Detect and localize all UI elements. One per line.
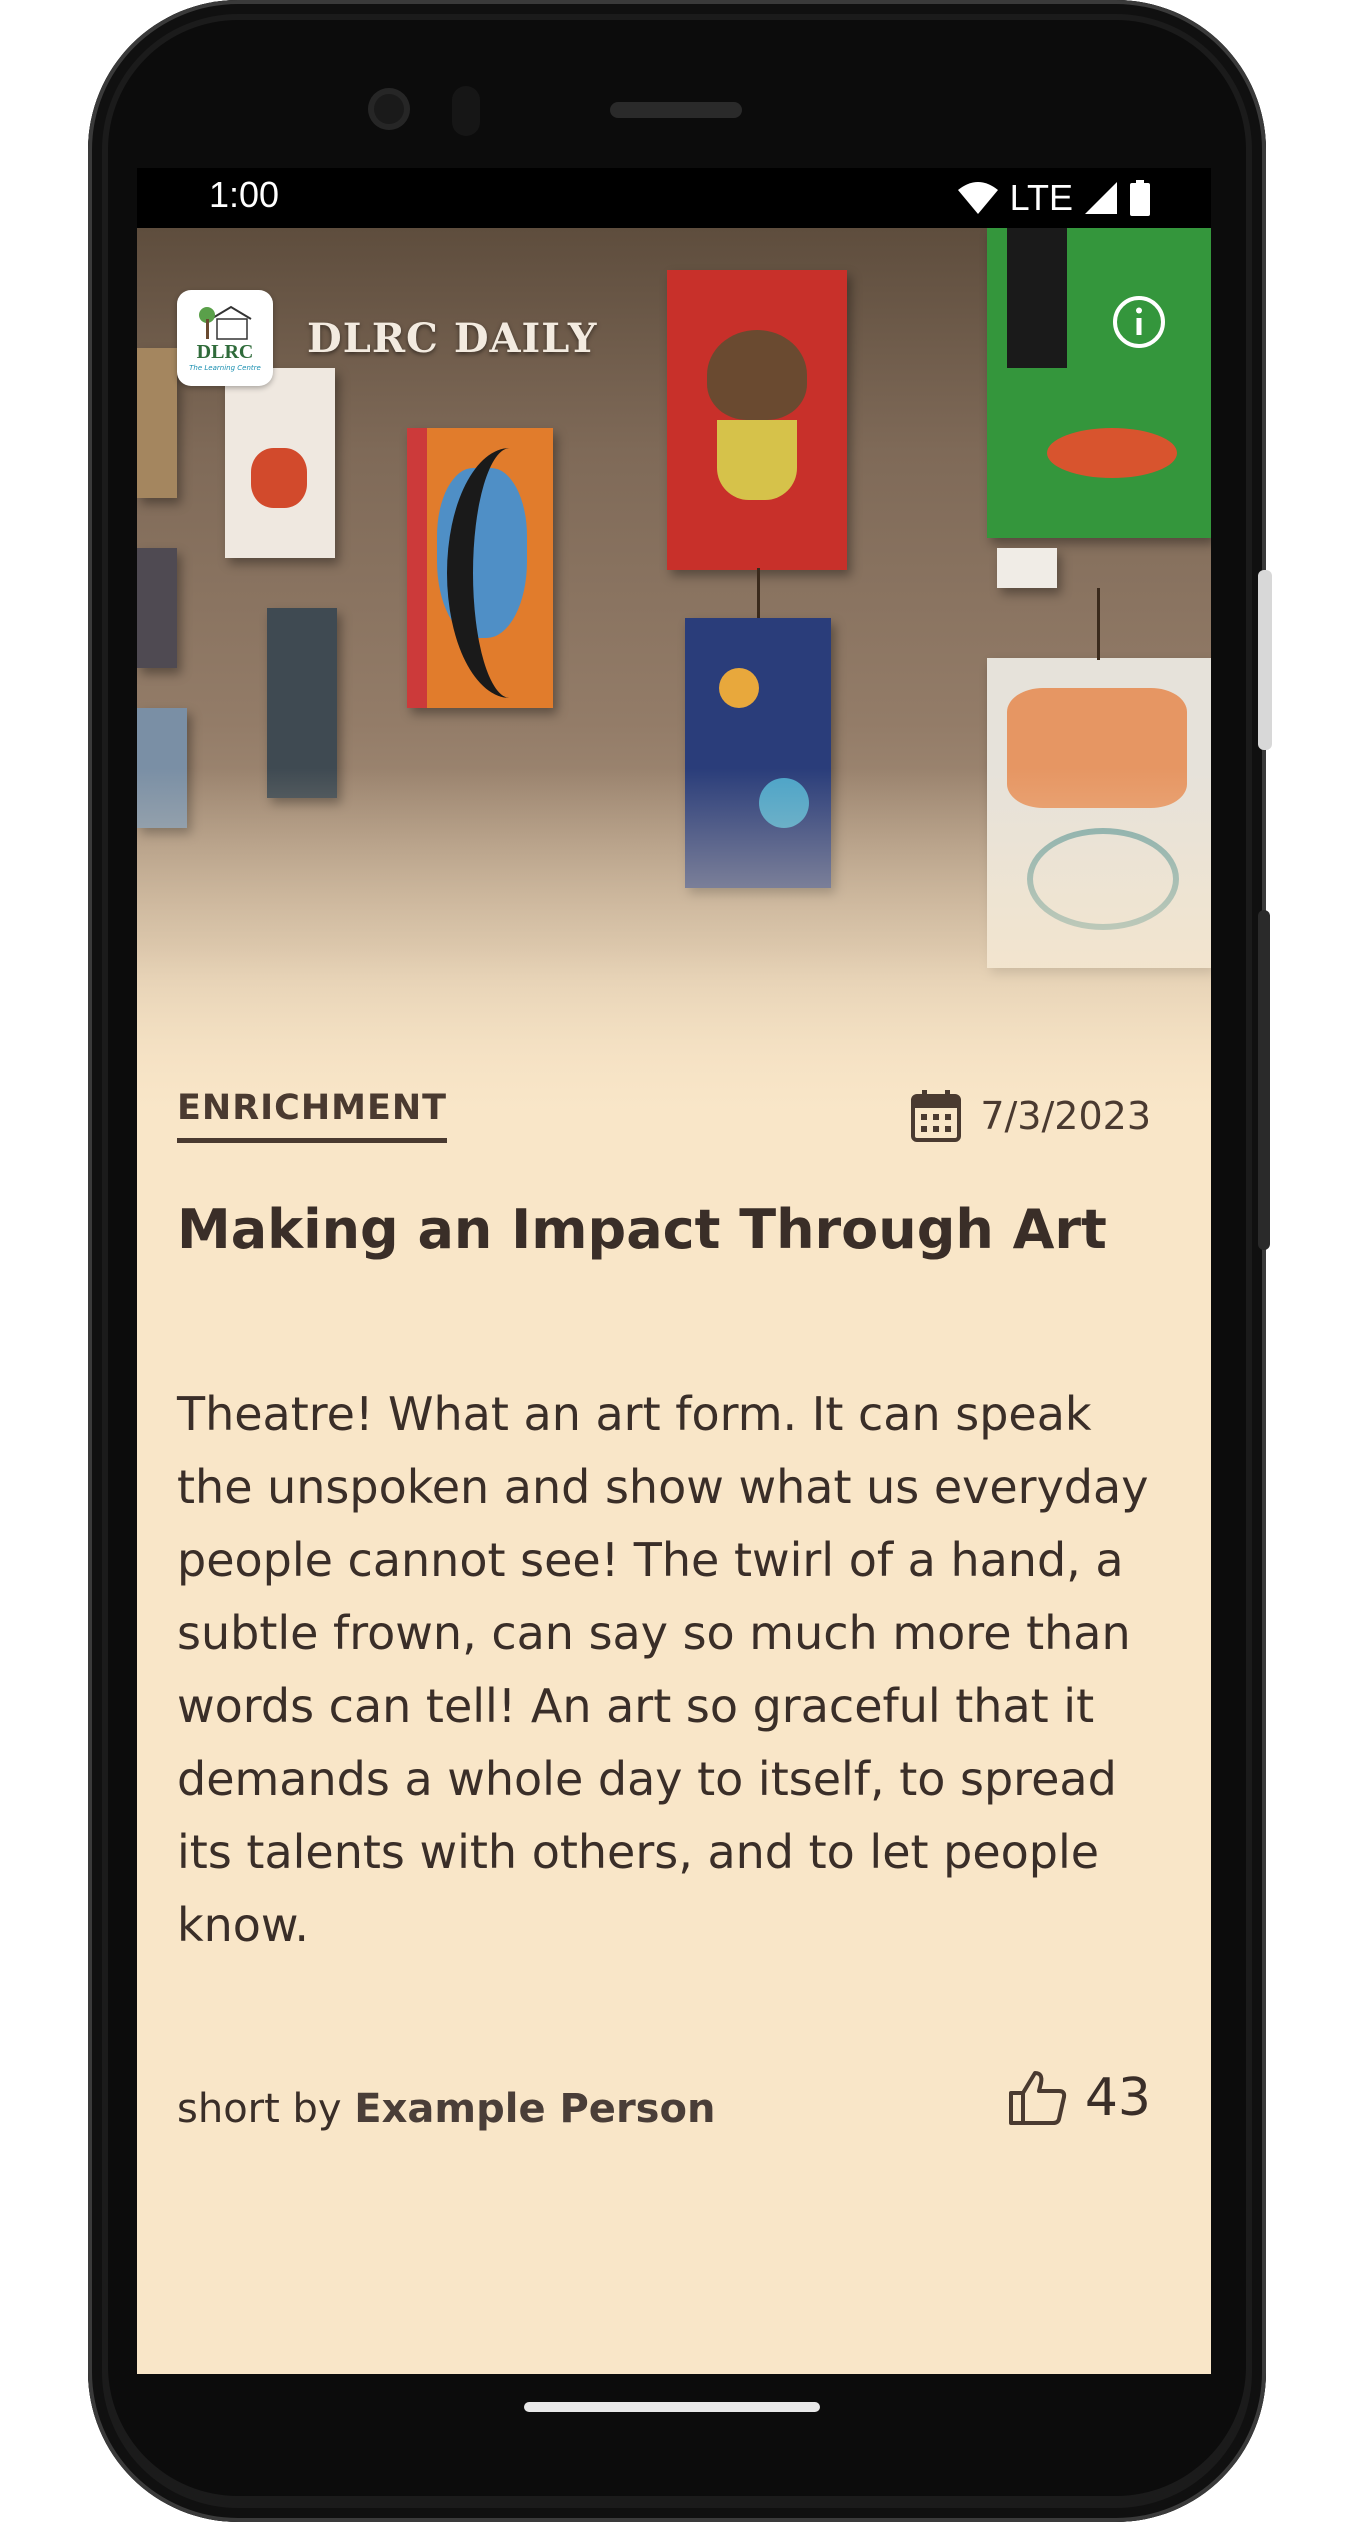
art-poster [225,368,335,558]
earpiece [610,102,742,118]
logo-subtitle: The Learning Centre [189,363,261,372]
art-poster [407,428,553,708]
category-tag[interactable]: ENRICHMENT [177,1088,448,1143]
info-icon[interactable] [1111,294,1167,350]
front-camera [368,88,410,130]
status-icons: LTE [956,176,1151,220]
hero-fade [137,768,1211,1128]
art-poster [137,348,177,498]
app-title: DLRC DAILY [307,314,598,362]
cell-signal-icon [1085,182,1117,214]
art-poster [987,228,1211,538]
home-indicator[interactable] [524,2402,820,2412]
date-text: 7/3/2023 [980,1094,1151,1138]
house-tree-logo-icon [199,305,252,340]
wifi-icon [957,182,998,214]
app-bar: DLRC The Learning Centre DLRC DAILY [177,290,597,386]
screen: 1:00 LTE DLRC The Learning Centre DLRC D… [137,168,1211,2374]
poster-string [757,568,760,623]
byline-prefix: short by [177,2086,342,2132]
app-logo[interactable]: DLRC The Learning Centre [177,290,273,386]
power-button [1258,570,1272,750]
volume-button [1258,910,1270,1250]
battery-icon [1130,180,1150,216]
like-count: 43 [1084,2068,1151,2128]
article-title: Making an Impact Through Art [177,1198,1107,1261]
article-byline: short by Example Person [177,2086,715,2132]
logo-text: DLRC [196,340,254,363]
status-time: 1:00 [209,174,280,215]
proximity-sensor [452,86,480,136]
calendar-icon [911,1090,962,1142]
network-type: LTE [1009,177,1073,218]
poster-string [1097,588,1100,660]
art-poster [667,270,847,570]
article-meta: ENRICHMENT 7/3/2023 [177,1088,1151,1158]
hero-image: DLRC The Learning Centre DLRC DAILY [137,228,1211,1128]
article-date: 7/3/2023 [910,1088,1151,1144]
status-bar: 1:00 LTE [137,168,1211,228]
thumbs-up-icon[interactable] [1007,2069,1069,2127]
art-poster [137,548,177,668]
article-body: Theatre! What an art form. It can speak … [177,1387,1149,1952]
like-button[interactable]: 43 [1007,2068,1151,2128]
author-name[interactable]: Example Person [354,2086,715,2132]
art-poster [997,548,1057,588]
